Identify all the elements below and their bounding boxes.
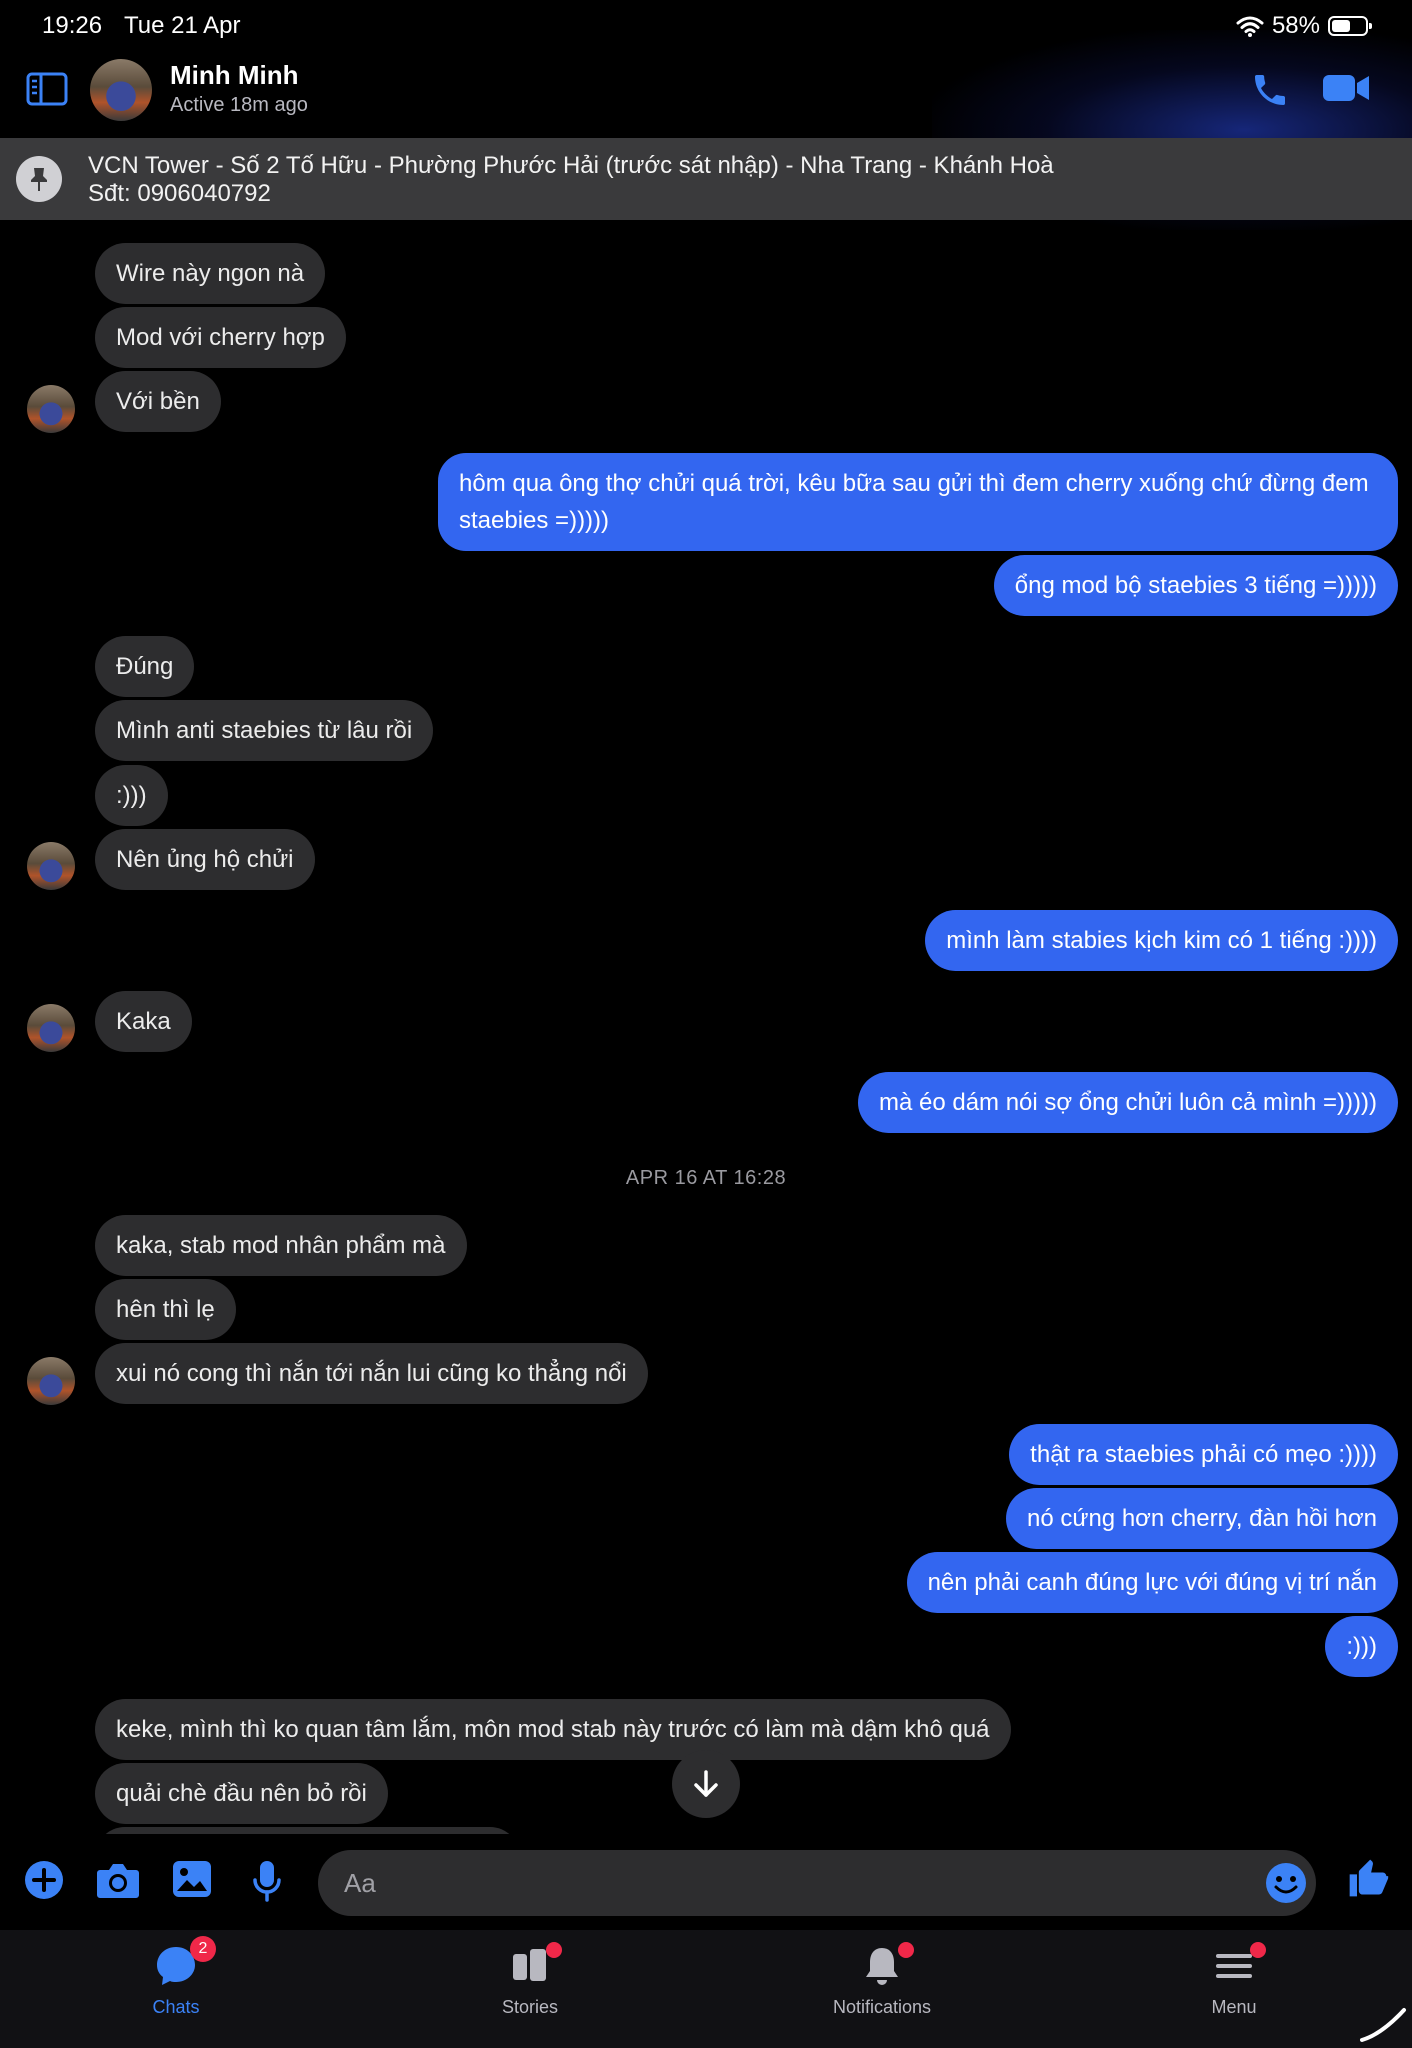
bottom-tab-bar: 2 Chats Stories Notifications Menu: [0, 1930, 1412, 2048]
message-bubble-incoming[interactable]: Wire này ngon nà: [95, 243, 326, 304]
contact-name[interactable]: Minh Minh: [170, 60, 299, 91]
status-date: Tue 21 Apr: [124, 12, 241, 39]
video-call-icon[interactable]: [1322, 72, 1370, 104]
message-bubble-outgoing[interactable]: :))): [1325, 1616, 1398, 1677]
status-right: 58%: [1236, 12, 1372, 40]
message-bubble-incoming[interactable]: Kaka: [95, 991, 192, 1052]
status-time: 19:26: [42, 12, 103, 39]
message-bubble-incoming[interactable]: Mod với cherry hợp: [95, 307, 346, 368]
contact-message-avatar: [27, 842, 75, 890]
scroll-to-bottom-button[interactable]: [672, 1750, 740, 1818]
battery-icon: [1328, 16, 1372, 36]
thumbs-up-icon[interactable]: [1346, 1856, 1390, 1900]
message-input[interactable]: Aa: [318, 1850, 1316, 1916]
message-bubble-incoming[interactable]: :))): [95, 765, 168, 826]
pinned-message-banner[interactable]: VCN Tower - Số 2 Tố Hữu - Phường Phước H…: [0, 138, 1412, 220]
tab-chats[interactable]: 2 Chats: [86, 1936, 266, 2018]
contact-message-avatar: [27, 1357, 75, 1405]
pinned-line-1: VCN Tower - Số 2 Tố Hữu - Phường Phước H…: [88, 152, 1054, 179]
message-bubble-incoming[interactable]: hên thì lẹ: [95, 1279, 236, 1340]
message-bubble-outgoing[interactable]: hôm qua ông thợ chửi quá trời, kêu bữa s…: [438, 453, 1398, 551]
notification-dot: [898, 1942, 914, 1958]
sidebar-toggle-icon[interactable]: [26, 72, 68, 106]
message-bubble-outgoing[interactable]: mình làm stabies kịch kim có 1 tiếng :))…: [925, 910, 1398, 971]
plus-circle-icon[interactable]: [24, 1860, 64, 1900]
message-bubble-incoming[interactable]: keke, mình thì ko quan tâm lắm, môn mod …: [95, 1699, 1011, 1760]
tab-notifications[interactable]: Notifications: [792, 1942, 972, 2018]
message-bubble-incoming[interactable]: Mình anti staebies từ lâu rồi: [95, 700, 434, 761]
message-composer: Aa: [0, 1834, 1412, 1930]
message-bubble-incoming-partial[interactable]: [95, 1827, 520, 1834]
tab-label: Chats: [152, 1997, 200, 2017]
message-bubble-incoming[interactable]: Với bền: [95, 371, 221, 432]
wifi-icon: [1236, 16, 1264, 37]
conversation-header: Minh Minh Active 18m ago: [0, 52, 1412, 138]
photo-gallery-icon[interactable]: [172, 1860, 212, 1898]
notification-dot: [546, 1942, 562, 1958]
pencil-corner-icon[interactable]: [1352, 1988, 1412, 2048]
status-bar: 19:26 Tue 21 Apr 58%: [0, 0, 1412, 52]
tab-label: Menu: [1211, 1997, 1257, 2017]
microphone-icon[interactable]: [252, 1860, 282, 1902]
message-bubble-outgoing[interactable]: mà éo dám nói sợ ổng chửi luôn cả mình =…: [857, 1072, 1398, 1133]
contact-active-status: Active 18m ago: [170, 94, 308, 116]
phone-call-icon[interactable]: [1250, 70, 1290, 110]
tab-stories[interactable]: Stories: [440, 1942, 620, 2018]
tab-menu[interactable]: Menu: [1144, 1942, 1324, 2018]
message-bubble-incoming[interactable]: kaka, stab mod nhân phẩm mà: [95, 1215, 467, 1276]
notification-dot: [1250, 1942, 1266, 1958]
emoji-icon[interactable]: [1264, 1861, 1308, 1905]
message-bubble-outgoing[interactable]: thật ra staebies phải có mẹo :)))): [1009, 1424, 1398, 1485]
contact-message-avatar: [27, 1004, 75, 1052]
message-input-placeholder: Aa: [344, 1868, 376, 1898]
message-bubble-incoming[interactable]: Đúng: [95, 636, 195, 697]
tab-label: Stories: [501, 1997, 559, 2017]
message-list[interactable]: Wire này ngon nà Mod với cherry hợp Với …: [0, 220, 1412, 1834]
pinned-line-2: Sđt: 0906040792: [88, 180, 271, 207]
arrow-down-icon: [694, 1770, 718, 1797]
message-bubble-incoming[interactable]: xui nó cong thì nắn tới nắn lui cũng ko …: [95, 1343, 648, 1404]
camera-icon[interactable]: [96, 1860, 140, 1900]
message-bubble-incoming[interactable]: Nên ủng hộ chửi: [95, 829, 315, 890]
message-bubble-outgoing[interactable]: nó cứng hơn cherry, đàn hồi hơn: [1006, 1488, 1398, 1549]
message-bubble-incoming[interactable]: quải chè đầu nên bỏ rồi: [95, 1763, 388, 1824]
message-bubble-outgoing[interactable]: nên phải canh đúng lực với đúng vị trí n…: [906, 1552, 1398, 1613]
pin-icon: [16, 156, 62, 202]
timestamp-divider: APR 16 AT 16:28: [625, 1167, 787, 1189]
battery-percent: 58%: [1271, 12, 1320, 39]
contact-avatar[interactable]: [90, 59, 152, 121]
contact-message-avatar: [27, 385, 75, 433]
tab-label: Notifications: [832, 1997, 932, 2017]
message-bubble-outgoing[interactable]: ổng mod bộ staebies 3 tiếng =))))): [993, 555, 1398, 616]
chats-badge: 2: [190, 1936, 216, 1962]
